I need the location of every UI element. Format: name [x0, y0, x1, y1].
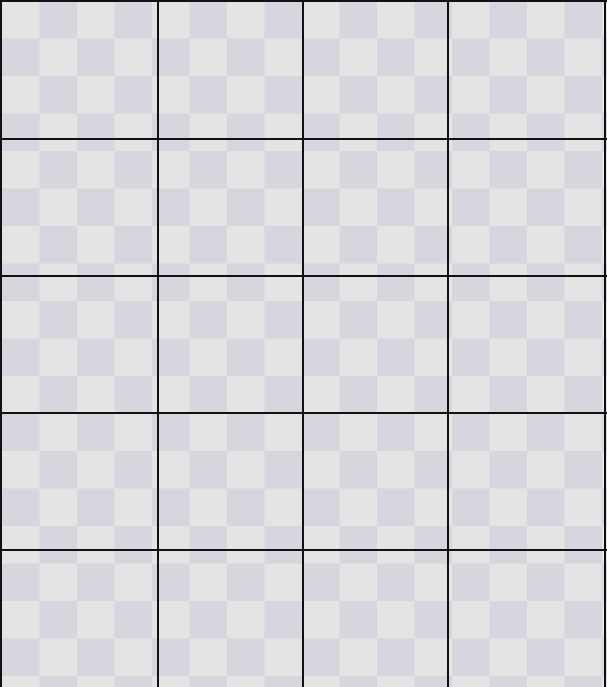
grid-cell-r4-c2[interactable] [159, 414, 302, 549]
grid-cell-r5-c4[interactable] [449, 551, 604, 687]
grid-cell-r4-c3[interactable] [304, 414, 447, 549]
grid-cell-r3-c2[interactable] [159, 277, 302, 412]
grid-cell-r2-c2[interactable] [159, 140, 302, 275]
grid-cell-r2-c3[interactable] [304, 140, 447, 275]
grid-cell-r2-c4[interactable] [449, 140, 604, 275]
grid-cell-r4-c4[interactable] [449, 414, 604, 549]
grid-cell-r1-c1[interactable] [2, 2, 157, 138]
grid-cell-r5-c1[interactable] [2, 551, 157, 687]
grid-line-vertical [604, 0, 606, 687]
grid-cell-r3-c3[interactable] [304, 277, 447, 412]
grid-cell-r3-c1[interactable] [2, 277, 157, 412]
grid-cell-r2-c1[interactable] [2, 140, 157, 275]
grid-cell-r1-c4[interactable] [449, 2, 604, 138]
grid-cell-r1-c2[interactable] [159, 2, 302, 138]
grid-cell-r4-c1[interactable] [2, 414, 157, 549]
grid-cell-r5-c2[interactable] [159, 551, 302, 687]
grid-cell-r5-c3[interactable] [304, 551, 447, 687]
grid-cell-r1-c3[interactable] [304, 2, 447, 138]
grid-cell-r3-c4[interactable] [449, 277, 604, 412]
transparent-canvas [0, 0, 607, 687]
